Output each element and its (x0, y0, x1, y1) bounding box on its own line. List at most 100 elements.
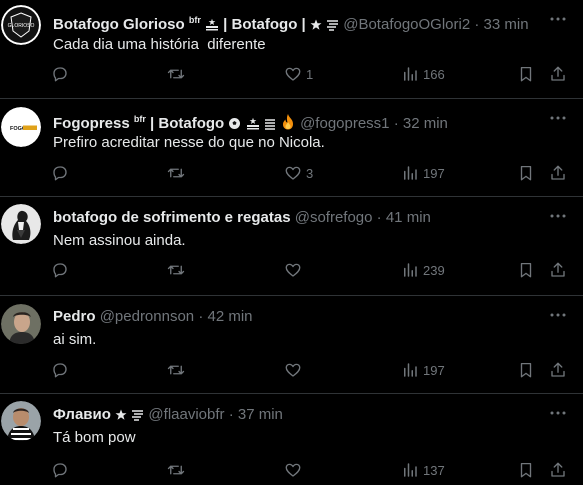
share-icon (551, 66, 565, 81)
tweet[interactable]: GLORIOSO Botafogo Glorioso bfr | Botafog… (0, 0, 583, 99)
user-handle[interactable]: @flaaviobfr (148, 406, 224, 423)
views-icon (404, 263, 417, 277)
share-button[interactable] (549, 460, 567, 480)
bookmark-button[interactable] (517, 360, 535, 380)
retweet-button[interactable] (167, 64, 189, 84)
retweet-button[interactable] (167, 260, 189, 280)
timeline-feed: GLORIOSO Botafogo Glorioso bfr | Botafog… (0, 0, 583, 485)
separator-dot: · (228, 406, 234, 423)
timestamp[interactable]: 41 min (386, 209, 431, 226)
share-icon (551, 165, 565, 180)
heart-icon (285, 363, 301, 377)
share-button[interactable] (549, 163, 567, 183)
user-handle[interactable]: @pedronnson (100, 308, 194, 325)
like-button[interactable]: 3 (284, 163, 313, 183)
view-count: 197 (423, 165, 445, 181)
bookmark-icon (520, 165, 532, 181)
user-handle[interactable]: @fogopress1 (300, 115, 389, 132)
retweet-icon (167, 465, 185, 475)
more-dots-icon[interactable] (549, 12, 567, 26)
tweet[interactable]: Флавио @flaaviobfr · 37 min Tá bom pow 1… (0, 394, 583, 485)
stripes-flag-icon (131, 407, 144, 426)
avatar[interactable]: GLORIOSO (1, 5, 41, 45)
retweet-icon (167, 365, 185, 375)
views-button[interactable]: 239 (401, 260, 445, 280)
tweet[interactable]: Pedro @pedronnson · 42 min ai sim. 197 (0, 296, 583, 394)
star-icon (115, 407, 127, 426)
bookmark-button[interactable] (517, 163, 535, 183)
bookmark-button[interactable] (517, 260, 535, 280)
display-name[interactable]: Botafogo Glorioso (53, 16, 185, 33)
reply-icon (53, 67, 67, 82)
more-dots-icon[interactable] (549, 111, 567, 125)
tweet[interactable]: botafogo de sofrimento e regatas @sofref… (0, 197, 583, 296)
action-bar: 197 (51, 360, 567, 382)
fogopress-logo-icon: FOGO (1, 107, 41, 147)
timestamp[interactable]: 42 min (208, 308, 253, 325)
like-count: 1 (306, 66, 314, 82)
share-button[interactable] (549, 64, 567, 84)
more-dots-icon[interactable] (549, 406, 567, 420)
avatar[interactable] (1, 304, 41, 344)
display-name[interactable]: botafogo de sofrimento e regatas (53, 209, 291, 226)
heart-icon (285, 263, 301, 277)
bookmark-button[interactable] (517, 460, 535, 480)
like-button[interactable]: 1 (284, 64, 313, 84)
views-button[interactable]: 197 (401, 163, 445, 183)
heart-icon (285, 67, 301, 81)
fire-emoji-icon (280, 113, 296, 135)
retweet-button[interactable] (167, 460, 189, 480)
avatar[interactable] (1, 204, 41, 244)
share-icon (551, 262, 565, 277)
views-button[interactable]: 137 (401, 460, 445, 480)
bookmark-button[interactable] (517, 64, 535, 84)
reply-button[interactable] (51, 64, 73, 84)
user-handle[interactable]: @sofrefogo (295, 209, 373, 226)
reply-button[interactable] (51, 460, 73, 480)
reply-icon (53, 263, 67, 278)
reply-button[interactable] (51, 163, 73, 183)
avatar[interactable] (1, 401, 41, 441)
stripes-flag-icon (326, 17, 339, 36)
retweet-button[interactable] (167, 163, 189, 183)
share-button[interactable] (549, 360, 567, 380)
timestamp[interactable]: 32 min (403, 115, 448, 132)
display-name[interactable]: Флавио (53, 406, 111, 423)
reply-icon (53, 166, 67, 181)
views-button[interactable]: 166 (401, 64, 445, 84)
more-dots-icon[interactable] (549, 209, 567, 223)
view-count: 166 (423, 66, 445, 82)
separator-dot: · (376, 209, 382, 226)
avatar-logo-text: GLORIOSO (8, 23, 35, 29)
display-name[interactable]: Pedro (53, 308, 96, 325)
views-button[interactable]: 197 (401, 360, 445, 380)
timestamp[interactable]: 33 min (484, 16, 529, 33)
display-name[interactable]: Fogopress (53, 115, 130, 132)
display-name-suffix[interactable]: | Botafogo | (223, 16, 306, 33)
tweet-header: Fogopress bfr | Botafogo @fogopress1 · 3… (53, 110, 543, 135)
more-dots-icon[interactable] (549, 308, 567, 322)
reply-button[interactable] (51, 360, 73, 380)
tweet-text: Cada dia uma história diferente (53, 36, 266, 53)
action-bar: 239 (51, 260, 567, 282)
like-button[interactable] (284, 260, 306, 280)
name-badge: bfr (188, 15, 201, 25)
reply-icon (53, 463, 67, 478)
like-button[interactable] (284, 460, 306, 480)
separator-dot: · (198, 308, 204, 325)
avatar[interactable]: FOGO (1, 107, 41, 147)
user-avatar-image (1, 401, 41, 441)
display-name-suffix[interactable]: | Botafogo (150, 115, 224, 132)
user-handle[interactable]: @BotafogoOGlori2 (343, 16, 470, 33)
like-button[interactable] (284, 360, 306, 380)
timestamp[interactable]: 37 min (238, 406, 283, 423)
separator-dot: · (474, 16, 480, 33)
reply-button[interactable] (51, 260, 73, 280)
name-badge: bfr (133, 114, 146, 124)
share-button[interactable] (549, 260, 567, 280)
retweet-button[interactable] (167, 360, 189, 380)
views-icon (404, 67, 417, 81)
tweet[interactable]: FOGO Fogopress bfr | Botafogo @fogopress… (0, 99, 583, 197)
bookmark-icon (520, 462, 532, 478)
views-icon (404, 363, 417, 377)
